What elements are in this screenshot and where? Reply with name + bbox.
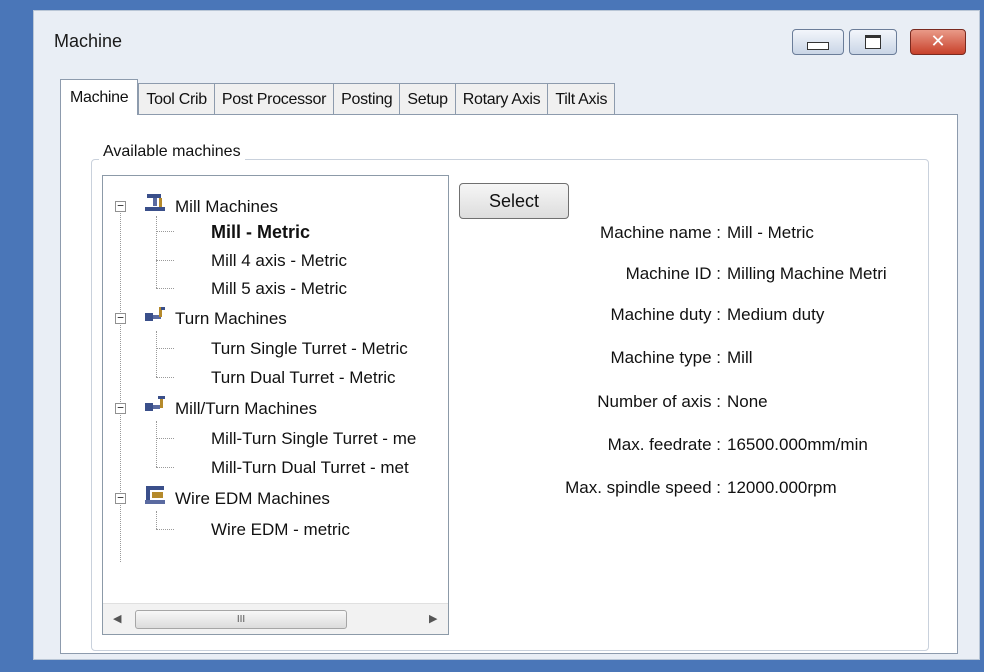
tree-connector	[156, 529, 174, 530]
property-row: Machine duty : Medium duty	[61, 305, 959, 331]
mill-machine-icon	[145, 194, 165, 211]
maximize-button[interactable]	[849, 29, 897, 55]
machine-duty-value: Medium duty	[727, 305, 825, 324]
machine-type-label: Machine type :	[610, 348, 721, 367]
machine-type-value: Mill	[727, 348, 753, 367]
machine-id-value: Milling Machine Metri	[727, 264, 887, 283]
number-of-axis-label: Number of axis :	[597, 392, 721, 411]
property-row: Machine ID : Milling Machine Metri	[61, 264, 959, 290]
max-spindle-speed-value: 12000.000rpm	[727, 478, 837, 497]
machine-tab-panel: Available machines − Mill Machines Mill …	[60, 114, 958, 654]
collapse-mill-machines-icon[interactable]: −	[115, 200, 126, 212]
window-title: Machine	[54, 31, 123, 51]
minimize-icon	[807, 42, 829, 50]
tree-horizontal-scrollbar[interactable]: ◀ III ▶	[103, 603, 448, 634]
tree-category-mill[interactable]: Mill Machines	[175, 193, 278, 221]
property-row: Machine type : Mill	[61, 348, 959, 374]
number-of-axis-value: None	[727, 392, 768, 411]
tab-tool-crib[interactable]: Tool Crib	[138, 83, 214, 115]
tree-branch-line	[156, 511, 157, 529]
tab-setup[interactable]: Setup	[399, 83, 455, 115]
tab-post-processor[interactable]: Post Processor	[213, 83, 334, 115]
scroll-left-icon[interactable]: ◀	[113, 612, 121, 625]
tab-tilt-axis[interactable]: Tilt Axis	[547, 83, 616, 115]
close-button[interactable]: ✕	[910, 29, 966, 55]
minimize-button[interactable]	[792, 29, 844, 55]
machine-duty-label: Machine duty :	[610, 305, 721, 324]
max-spindle-speed-label: Max. spindle speed :	[565, 478, 721, 497]
tab-posting[interactable]: Posting	[333, 83, 400, 115]
tree-connector	[156, 377, 174, 378]
tree-connector	[156, 260, 174, 261]
scroll-thumb[interactable]: III	[135, 610, 347, 629]
select-button[interactable]: Select	[459, 183, 569, 219]
maximize-icon	[865, 35, 881, 49]
tree-item-wire-edm-metric[interactable]: Wire EDM - metric	[211, 516, 350, 544]
machine-dialog: Machine ✕ Machine Tool Crib Post Process…	[33, 10, 980, 660]
property-row: Machine name : Mill - Metric	[61, 223, 959, 249]
tree-connector	[156, 467, 174, 468]
property-row: Number of axis : None	[61, 392, 959, 418]
close-icon: ✕	[930, 31, 946, 52]
property-row: Max. spindle speed : 12000.000rpm	[61, 478, 959, 504]
machine-name-value: Mill - Metric	[727, 223, 814, 242]
scroll-right-icon[interactable]: ▶	[429, 612, 437, 625]
property-row: Max. feedrate : 16500.000mm/min	[61, 435, 959, 461]
scroll-grip-icon: III	[236, 614, 246, 625]
tab-machine[interactable]: Machine	[60, 79, 139, 115]
machine-name-label: Machine name :	[600, 223, 721, 242]
max-feedrate-label: Max. feedrate :	[607, 435, 721, 454]
group-label: Available machines	[99, 143, 245, 161]
tree-root-line	[120, 207, 121, 562]
tab-strip: Machine Tool Crib Post Processor Posting…	[60, 79, 616, 115]
tab-rotary-axis[interactable]: Rotary Axis	[454, 83, 548, 115]
max-feedrate-value: 16500.000mm/min	[727, 435, 868, 454]
machine-id-label: Machine ID :	[625, 264, 721, 283]
title-bar[interactable]: Machine ✕	[34, 11, 979, 66]
